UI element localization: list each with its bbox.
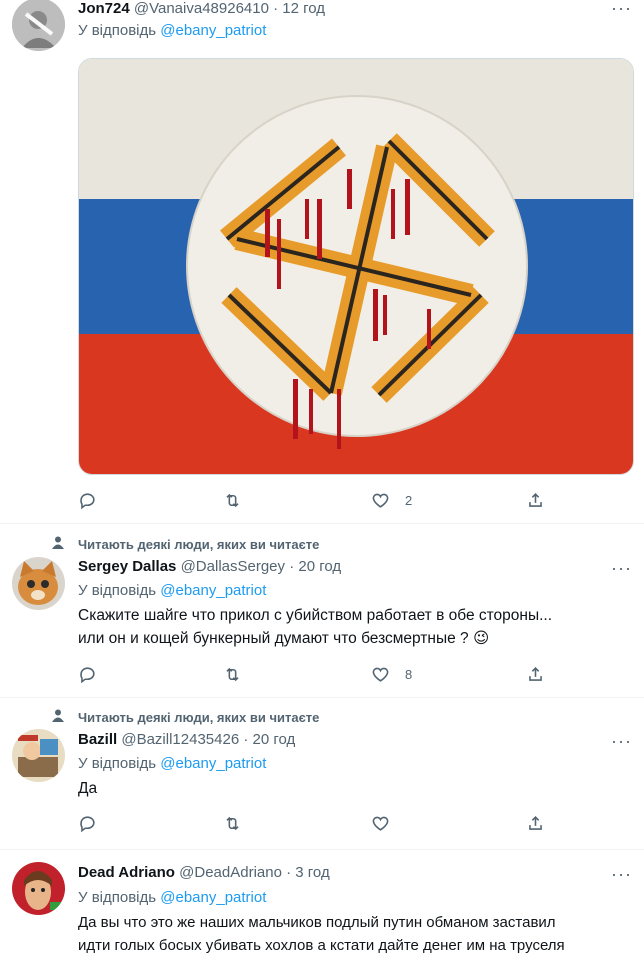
- tweet-actions: 2: [78, 490, 548, 510]
- separator-dot: ·: [243, 731, 249, 748]
- tweet-text: Да: [78, 777, 634, 800]
- tweet-actions: 8: [78, 664, 548, 684]
- retweet-icon: [226, 667, 239, 681]
- like-button[interactable]: [371, 813, 390, 833]
- tweet-header: Jon724 @Vanaiva48926410 · 12 год: [78, 0, 325, 19]
- share-button[interactable]: [526, 490, 545, 510]
- timestamp[interactable]: 20 год: [298, 558, 341, 575]
- retweet-icon: [226, 493, 239, 507]
- separator-dot: ·: [289, 558, 295, 575]
- heart-icon: [372, 493, 389, 508]
- like-count: 8: [405, 666, 413, 682]
- tweet-dead-adriano[interactable]: Dead Adriano @DeadAdriano · 3 год ··· У …: [0, 850, 644, 959]
- tweet-image[interactable]: [78, 58, 634, 475]
- share-icon: [529, 492, 542, 507]
- tweet-text-line: Скажите шайге что прикол с убийством раб…: [78, 607, 553, 624]
- author-handle[interactable]: @DeadAdriano: [179, 864, 282, 881]
- tweet-jon724[interactable]: Jon724 @Vanaiva48926410 · 12 год ··· У в…: [0, 0, 644, 524]
- author-handle[interactable]: @DallasSergey: [181, 558, 285, 575]
- tweet-text: Скажите шайге что прикол с убийством раб…: [78, 604, 634, 650]
- separator-dot: ·: [286, 864, 292, 881]
- cartoon-avatar-image: [12, 729, 65, 782]
- reply-label: У відповідь: [78, 582, 157, 599]
- reply-context: У відповідь @ebany_patriot: [78, 581, 266, 601]
- retweet-icon: [226, 816, 239, 830]
- like-button[interactable]: 2: [371, 490, 412, 510]
- social-context: Читають деякі люди, яких ви читаєте: [50, 536, 319, 553]
- like-count: 2: [405, 492, 413, 508]
- reply-context: У відповідь @ebany_patriot: [78, 21, 266, 41]
- share-icon: [529, 666, 542, 681]
- person-icon: [50, 536, 66, 553]
- author-handle[interactable]: @Bazill12435426: [121, 731, 239, 748]
- more-options-icon[interactable]: ···: [611, 0, 632, 19]
- social-context-label[interactable]: Читають деякі люди, яких ви читаєте: [78, 537, 319, 552]
- reply-context: У відповідь @ebany_patriot: [78, 888, 266, 908]
- reply-mention-link[interactable]: @ebany_patriot: [160, 22, 266, 39]
- reply-mention-link[interactable]: @ebany_patriot: [160, 755, 266, 772]
- tweet-text-line: идти голых босых убивать хохлов а кстати…: [78, 937, 565, 954]
- author-name[interactable]: Dead Adriano: [78, 864, 175, 881]
- avatar[interactable]: [12, 0, 65, 51]
- reply-icon: [80, 666, 95, 683]
- tweet-header: Sergey Dallas @DallasSergey · 20 год: [78, 557, 341, 577]
- tweet-text-line: Да: [78, 780, 98, 797]
- reply-label: У відповідь: [78, 755, 157, 772]
- more-options-icon[interactable]: ···: [611, 731, 632, 752]
- tweet-actions: [78, 813, 548, 833]
- tweet-sergey-dallas[interactable]: Читають деякі люди, яких ви читаєте Serg…: [0, 524, 644, 698]
- social-context: Читають деякі люди, яких ви читаєте: [50, 709, 319, 726]
- tweet-text-line: или он и кощей бункерный думают что безс…: [78, 630, 490, 647]
- retweet-button[interactable]: [223, 490, 242, 510]
- tweet-header: Dead Adriano @DeadAdriano · 3 год: [78, 863, 330, 883]
- heart-icon: [372, 667, 389, 682]
- timestamp[interactable]: 3 год: [295, 864, 329, 881]
- author-name[interactable]: Bazill: [78, 731, 117, 748]
- retweet-button[interactable]: [223, 813, 242, 833]
- author-handle[interactable]: @Vanaiva48926410: [134, 0, 269, 17]
- reply-button[interactable]: [78, 490, 97, 510]
- timestamp[interactable]: 20 год: [253, 731, 296, 748]
- share-icon: [529, 815, 542, 830]
- tweet-text: Да вы что это же наших мальчиков подлый …: [78, 911, 638, 957]
- person-icon: [50, 709, 66, 726]
- wink-emoji: 😉: [472, 630, 490, 647]
- separator-dot: ·: [273, 0, 279, 17]
- reply-button[interactable]: [78, 664, 97, 684]
- cartoon-face-avatar-image: [12, 862, 65, 915]
- timestamp[interactable]: 12 год: [282, 0, 325, 17]
- share-button[interactable]: [526, 664, 545, 684]
- avatar-image: [12, 0, 65, 51]
- social-context-label[interactable]: Читають деякі люди, яких ви читаєте: [78, 710, 319, 725]
- tweet-header: Bazill @Bazill12435426 · 20 год: [78, 730, 295, 750]
- reply-label: У відповідь: [78, 889, 157, 906]
- reply-button[interactable]: [78, 813, 97, 833]
- avatar[interactable]: [12, 557, 65, 610]
- avatar[interactable]: [12, 862, 65, 915]
- cat-avatar-image: [12, 557, 65, 610]
- reply-label: У відповідь: [78, 22, 157, 39]
- russian-flag-bloody-swastika-image: [79, 59, 633, 474]
- reply-mention-link[interactable]: @ebany_patriot: [160, 889, 266, 906]
- author-name[interactable]: Jon724: [78, 0, 130, 17]
- heart-icon: [372, 816, 389, 831]
- more-options-icon[interactable]: ···: [611, 864, 632, 885]
- reply-mention-link[interactable]: @ebany_patriot: [160, 582, 266, 599]
- like-button[interactable]: 8: [371, 664, 412, 684]
- reply-icon: [80, 815, 95, 832]
- tweet-text-line: Да вы что это же наших мальчиков подлый …: [78, 914, 556, 931]
- reply-icon: [80, 492, 95, 509]
- reply-context: У відповідь @ebany_patriot: [78, 754, 266, 774]
- avatar[interactable]: [12, 729, 65, 782]
- retweet-button[interactable]: [223, 664, 242, 684]
- tweet-bazill[interactable]: Читають деякі люди, яких ви читаєте Bazi…: [0, 698, 644, 850]
- more-options-icon[interactable]: ···: [611, 558, 632, 579]
- share-button[interactable]: [526, 813, 545, 833]
- author-name[interactable]: Sergey Dallas: [78, 558, 176, 575]
